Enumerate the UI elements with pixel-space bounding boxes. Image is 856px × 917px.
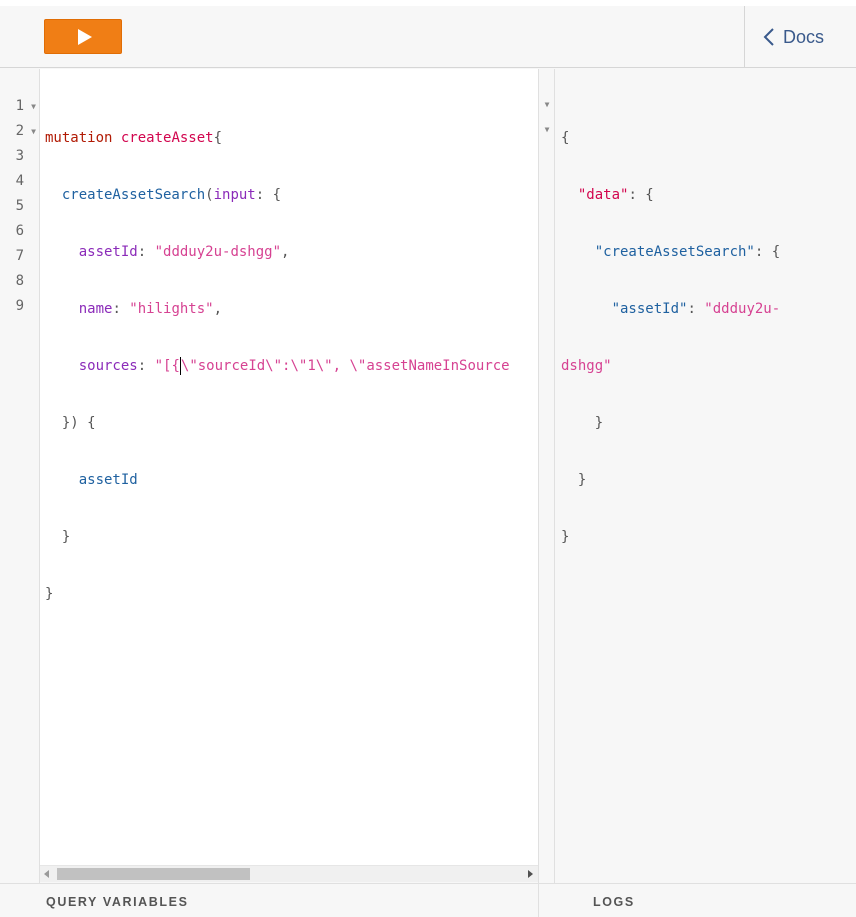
- result-gutter: ▼ ▼: [539, 69, 555, 883]
- fold-arrow-icon[interactable]: ▼: [31, 119, 36, 144]
- fold-arrow-icon[interactable]: ▼: [539, 100, 555, 109]
- code-line: mutation createAsset{: [45, 130, 223, 146]
- line-number: 9: [15, 298, 24, 314]
- line-number: 3: [15, 148, 24, 164]
- code-line: assetId: [78, 472, 138, 488]
- docs-area: Docs: [744, 6, 856, 68]
- result-line: dshgg": [561, 358, 612, 374]
- bottom-divider: [538, 884, 539, 917]
- chevron-left-icon: [763, 28, 774, 46]
- fold-arrow-icon[interactable]: ▼: [539, 125, 555, 134]
- code-line: createAssetSearch(input: {: [61, 187, 282, 203]
- line-number: 1 ▼: [0, 94, 40, 119]
- horizontal-scrollbar[interactable]: [40, 865, 538, 882]
- editor-gutter: 1 ▼ 2 ▼ 3 4 5 6 7 8 9: [0, 69, 40, 883]
- line-number: 8: [15, 273, 24, 289]
- fold-arrow-icon[interactable]: ▼: [31, 94, 36, 119]
- result-line: {: [561, 130, 570, 146]
- scroll-left-icon[interactable]: [44, 870, 49, 878]
- code-line: }: [45, 586, 54, 602]
- result-line: }: [577, 472, 587, 488]
- toolbar: Docs: [0, 6, 856, 68]
- query-editor[interactable]: mutation createAsset{ createAssetSearch(…: [40, 69, 538, 865]
- line-number: 7: [15, 248, 24, 264]
- bottom-bar: QUERY VARIABLES LOGS: [0, 883, 856, 917]
- code-line: assetId: "ddduy2u-dshgg",: [78, 244, 290, 260]
- code-line: }: [61, 529, 71, 545]
- code-line: }) {: [61, 415, 96, 431]
- scroll-right-icon[interactable]: [528, 870, 533, 878]
- result-code: { "data": { "createAssetSearch": { "asse…: [561, 94, 780, 582]
- result-line: "assetId": "ddduy2u-: [611, 301, 781, 317]
- query-variables-tab[interactable]: QUERY VARIABLES: [46, 895, 189, 909]
- line-numbers: 1 ▼ 2 ▼ 3 4 5 6 7 8 9: [0, 94, 40, 319]
- line-number: 6: [15, 223, 24, 239]
- logs-tab[interactable]: LOGS: [593, 895, 635, 909]
- code-line: sources: "[{\"sourceId\":\"1\", \"assetN…: [78, 357, 510, 375]
- result-viewer: { "data": { "createAssetSearch": { "asse…: [555, 69, 856, 883]
- run-button[interactable]: [44, 19, 122, 54]
- result-line: }: [561, 529, 570, 545]
- scrollbar-thumb[interactable]: [57, 868, 250, 880]
- code-line: name: "hilights",: [78, 301, 223, 317]
- docs-label: Docs: [783, 26, 825, 47]
- docs-button[interactable]: Docs: [763, 25, 824, 49]
- line-number: 2 ▼: [0, 119, 40, 144]
- line-number: 4: [15, 173, 24, 189]
- query-code[interactable]: mutation createAsset{ createAssetSearch(…: [45, 94, 510, 639]
- play-icon: [78, 29, 92, 45]
- result-line: "createAssetSearch": {: [594, 244, 781, 260]
- line-number: 5: [15, 198, 24, 214]
- result-line: }: [594, 415, 604, 431]
- result-line: "data": {: [577, 187, 654, 203]
